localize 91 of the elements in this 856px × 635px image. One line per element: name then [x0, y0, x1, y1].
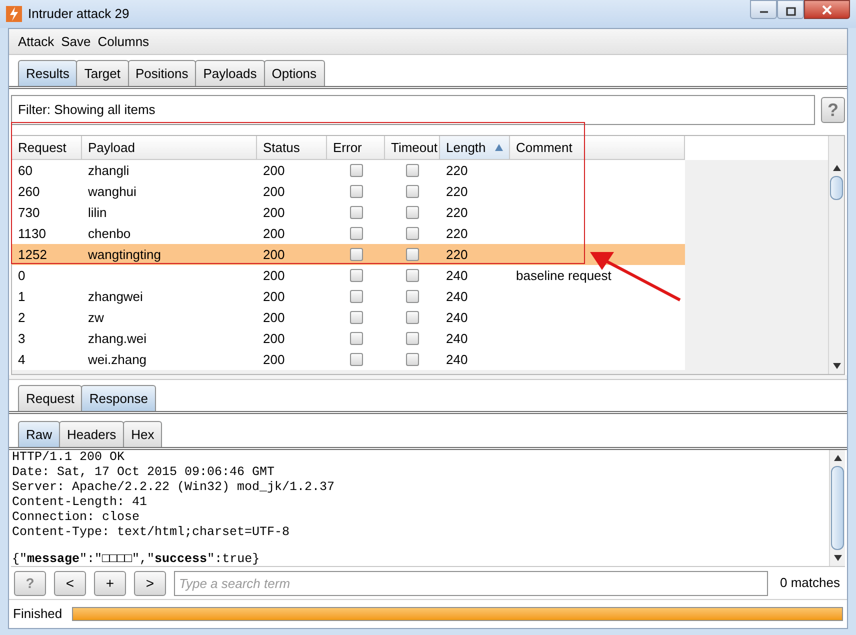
table-cell-text: 240 [446, 288, 468, 306]
table-cell-text: 2 [18, 308, 26, 327]
minimize-icon [758, 10, 768, 14]
table-cell-text: zhangwei [88, 288, 143, 306]
table-cell-text: 240 [446, 350, 468, 369]
table-cell-text: baseline request [516, 266, 612, 285]
tab[interactable]: Target [76, 60, 128, 86]
table-cell-text: 260 [18, 182, 40, 201]
lightning-icon [6, 6, 22, 22]
column-header[interactable]: Length [440, 136, 510, 160]
column-header[interactable]: Payload [82, 136, 257, 160]
table-cell-text: zhang.wei [88, 330, 147, 348]
table-cell-text: wei.zhang [88, 350, 147, 369]
table-cell-text: 200 [263, 162, 285, 180]
table-cell-text: 200 [263, 288, 285, 306]
table-cell-text: 730 [18, 204, 40, 222]
table-cell-text: 60 [18, 162, 32, 180]
table-row[interactable]: 260 wanghui 200 220 [12, 181, 685, 202]
scroll-thumb[interactable] [831, 466, 844, 550]
response-text: HTTP/1.1 200 OK Date: Sat, 17 Oct 2015 09:06:46 GMT Server: Apache/2.2.22 (Win32) mod_jk/1.2.37 Content-Length: 41 Connection: close Content-Type: text/html;charset=UTF-8 [12, 450, 336, 540]
tab[interactable]: Headers [59, 421, 124, 447]
tab[interactable]: Payloads [195, 60, 265, 86]
table-row[interactable]: 3 zhang.wei 200 240 [12, 328, 685, 349]
table-cell-text: 240 [446, 266, 468, 285]
table-cell-text: chenbo [88, 224, 131, 243]
filter-bar[interactable]: Filter: Showing all items [11, 95, 815, 125]
table-cell-text: 3 [18, 330, 26, 348]
table-cell-text: 200 [263, 266, 285, 285]
table-cell-text: 200 [263, 246, 285, 264]
close-icon [821, 4, 833, 14]
table-row[interactable]: 1130 chenbo 200 220 [12, 223, 685, 244]
scroll-thumb[interactable] [830, 176, 843, 200]
table-cell-text: 200 [263, 224, 285, 243]
column-header[interactable]: Comment [510, 136, 685, 160]
table-row[interactable]: 0 200 240 baseline request [12, 265, 685, 286]
status-text: Finished [13, 604, 62, 623]
table-cell-text: 0 [18, 266, 26, 285]
response-text: {"message":"□□□□","success":true} [12, 552, 261, 567]
menu-item[interactable]: Attack [18, 32, 54, 52]
table-cell-text: 220 [446, 162, 468, 180]
table-cell-text: 200 [263, 308, 285, 327]
column-header[interactable]: Timeout [385, 136, 440, 160]
table-cell-text: 1 [18, 288, 26, 306]
tab[interactable]: Options [264, 60, 325, 86]
table-cell-text: 220 [446, 246, 468, 264]
table-row[interactable]: 4 wei.zhang 200 240 [12, 349, 685, 370]
table-cell-text: 220 [446, 204, 468, 222]
table-cell-text: 240 [446, 308, 468, 327]
table-cell-text: zhangli [88, 162, 130, 180]
menu-item[interactable]: Save [61, 32, 91, 52]
table-cell-text: 200 [263, 350, 285, 369]
table-cell-text: 220 [446, 182, 468, 201]
table-cell-text: 200 [263, 204, 285, 222]
table-row[interactable]: 2 zw 200 240 [12, 307, 685, 328]
table-row[interactable]: 1 zhangwei 200 240 [12, 286, 685, 307]
table-row[interactable]: 730 lilin 200 220 [12, 202, 685, 223]
maximize-button[interactable] [777, 0, 804, 19]
tab[interactable]: Hex [123, 421, 162, 447]
table-cell-text: wanghui [88, 182, 136, 201]
match-count: 0 matches [780, 574, 840, 592]
table-cell-text: 4 [18, 350, 26, 369]
close-button[interactable] [804, 0, 850, 19]
column-header[interactable]: Error [327, 136, 385, 160]
nav-button[interactable]: < [54, 570, 86, 596]
table-cell-text: 200 [263, 330, 285, 348]
table-cell-text: 200 [263, 182, 285, 201]
table-cell-text: lilin [88, 204, 107, 222]
nav-button[interactable]: + [94, 570, 126, 596]
tab[interactable]: Response [81, 385, 156, 411]
table-cell-text: 220 [446, 224, 468, 243]
table-cell-text: wangtingting [88, 246, 161, 264]
help-button[interactable]: ? [821, 97, 845, 123]
table-cell-text: 240 [446, 330, 468, 348]
table-row[interactable]: 60 zhangli 200 220 [12, 160, 685, 181]
column-header[interactable]: Status [257, 136, 327, 160]
table-row[interactable]: 1252 wangtingting 200 220 [12, 244, 685, 265]
search-field[interactable]: Type a search term [174, 570, 768, 596]
tab[interactable]: Positions [128, 60, 196, 86]
tab[interactable]: Request [18, 385, 82, 411]
window-title: Intruder attack 29 [28, 5, 130, 24]
minimize-button[interactable] [750, 0, 777, 19]
sort-arrow-icon [495, 144, 503, 151]
nav-button[interactable]: > [134, 570, 166, 596]
tab[interactable]: Raw [18, 421, 60, 447]
table-cell-text: 1130 [18, 224, 46, 243]
maximize-icon [786, 7, 796, 16]
column-header[interactable]: Request [12, 136, 82, 160]
tab[interactable]: Results [18, 60, 78, 86]
table-cell-text: 1252 [18, 246, 47, 264]
menu-item[interactable]: Columns [98, 32, 150, 52]
table-cell-text: zw [88, 308, 104, 327]
